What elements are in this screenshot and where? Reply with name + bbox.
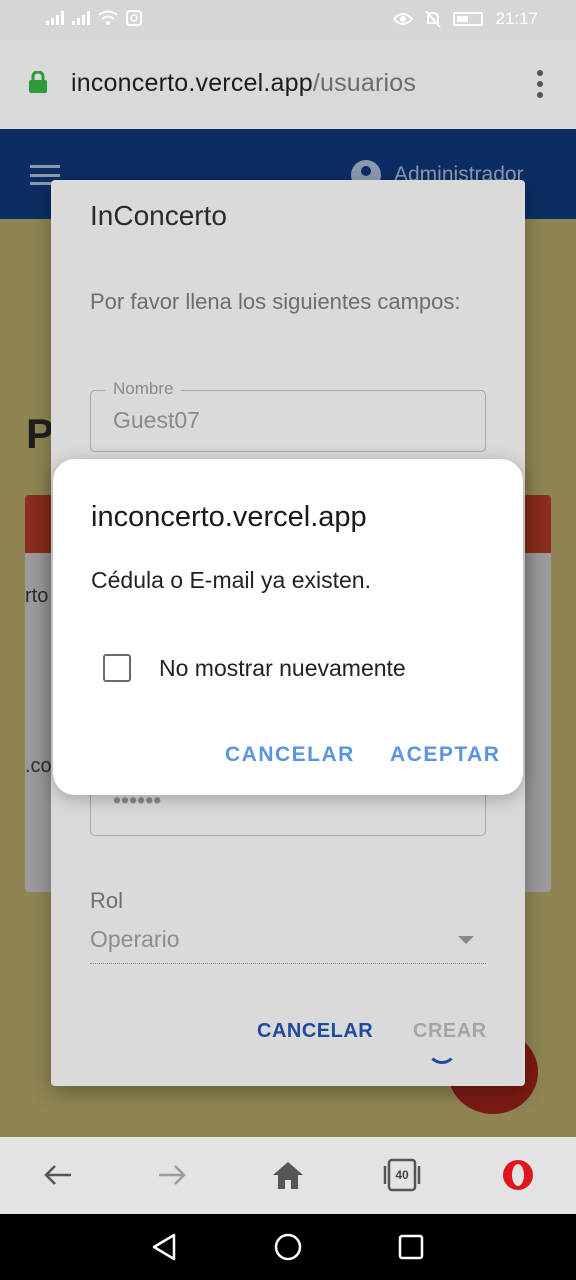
signal-icon-2: [72, 11, 90, 25]
loading-spinner-icon: [427, 1034, 457, 1064]
status-icons-right: 21:17: [393, 9, 538, 29]
nombre-field[interactable]: Nombre Guest07: [90, 379, 486, 452]
rol-select[interactable]: Operario: [90, 922, 486, 964]
battery-icon: [453, 12, 484, 26]
nav-home-icon[interactable]: [273, 1232, 303, 1262]
table-cell-fragment-1: rto: [25, 585, 49, 607]
rol-label: Rol: [90, 888, 124, 913]
system-nav-bar: [0, 1214, 576, 1280]
more-options-icon[interactable]: [536, 70, 544, 98]
dropdown-arrow-icon: [458, 936, 474, 944]
status-icons-left: [46, 10, 142, 26]
lock-icon: [29, 71, 47, 93]
url-text[interactable]: inconcerto.vercel.app/usuarios: [71, 69, 416, 98]
opera-menu-icon[interactable]: [500, 1157, 536, 1193]
dialog-subtitle: Por favor llena los siguientes campos:: [90, 289, 461, 314]
form-cancel-button[interactable]: CANCELAR: [257, 1020, 373, 1043]
address-bar[interactable]: inconcerto.vercel.app/usuarios: [0, 40, 576, 129]
eye-icon: [393, 13, 414, 25]
app-notification-icon: [126, 10, 142, 26]
browser-alert-dialog: inconcerto.vercel.app Cédula o E-mail ya…: [53, 459, 523, 795]
nombre-label: Nombre: [105, 379, 182, 399]
home-icon[interactable]: [270, 1157, 306, 1193]
alert-title: inconcerto.vercel.app: [91, 501, 367, 533]
nombre-value: Guest07: [113, 407, 200, 433]
back-icon[interactable]: [40, 1157, 76, 1193]
wifi-icon: [98, 10, 118, 25]
url-host: inconcerto.vercel.app: [71, 69, 313, 97]
dont-show-again-checkbox[interactable]: [103, 654, 131, 682]
signal-icon: [46, 11, 64, 25]
status-bar: 21:17: [0, 0, 576, 40]
nav-back-icon[interactable]: [150, 1232, 180, 1262]
alert-message: Cédula o E-mail ya existen.: [91, 567, 371, 593]
alert-cancel-button[interactable]: CANCELAR: [225, 743, 355, 767]
status-time: 21:17: [495, 9, 538, 28]
dont-show-again-label[interactable]: No mostrar nuevamente: [159, 655, 406, 682]
browser-toolbar: 40: [0, 1137, 576, 1214]
tabs-icon[interactable]: 40: [383, 1157, 421, 1193]
table-cell-fragment-2: .co: [25, 755, 52, 777]
tabs-count: 40: [395, 1168, 409, 1182]
nav-recents-icon[interactable]: [396, 1232, 426, 1262]
url-path: /usuarios: [312, 69, 417, 97]
bell-off-icon: [425, 10, 442, 28]
forward-icon[interactable]: [154, 1157, 190, 1193]
alert-accept-button[interactable]: ACEPTAR: [390, 743, 500, 767]
rol-value: Operario: [90, 926, 180, 952]
dialog-title: InConcerto: [90, 200, 227, 231]
page-heading-fragment: P: [26, 410, 55, 457]
